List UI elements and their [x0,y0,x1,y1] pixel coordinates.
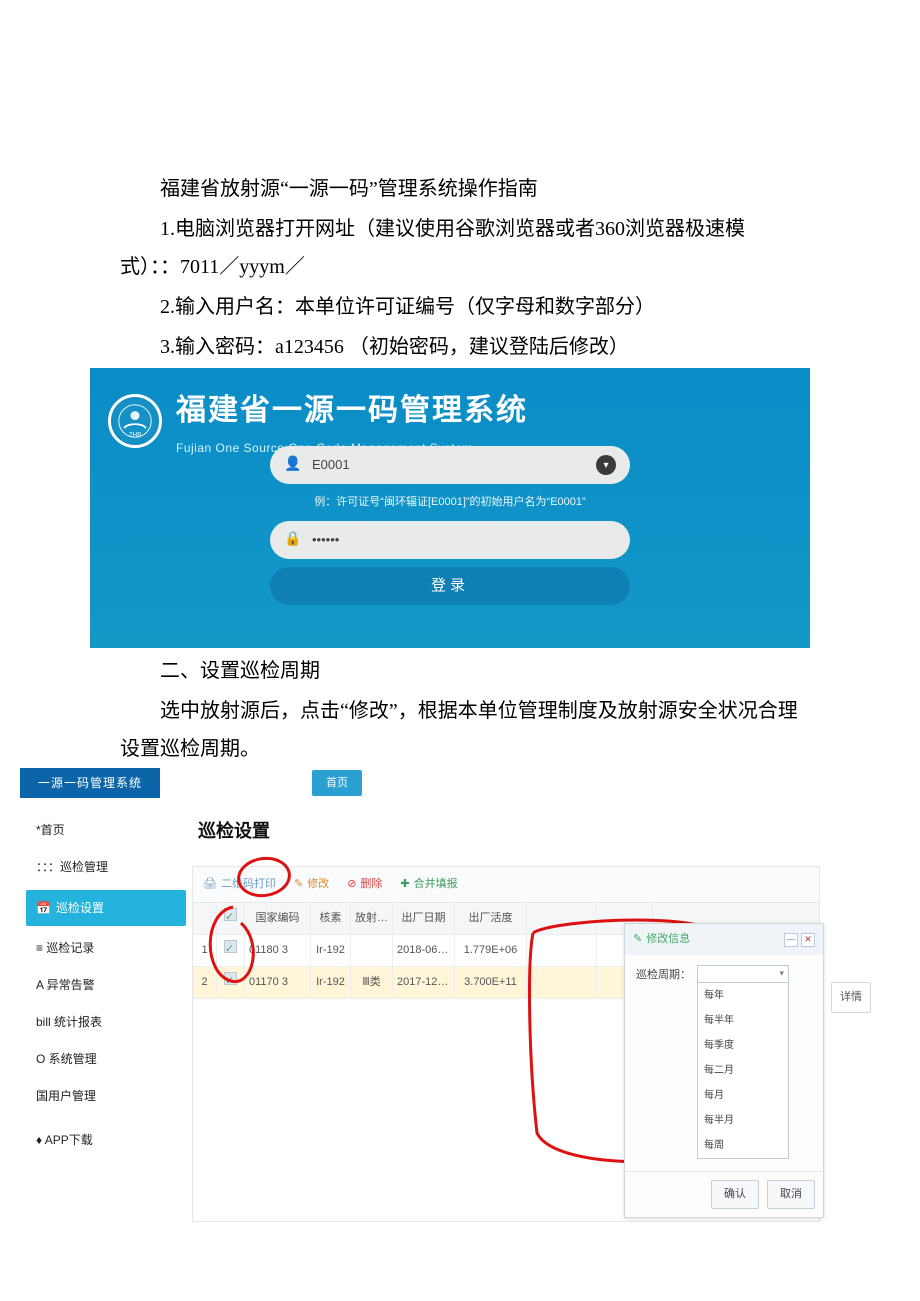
col-blank1 [527,903,597,935]
sidebar-item-sys[interactable]: O 系统管理 [32,1041,180,1078]
delete-button[interactable]: ⊘ 删除 [347,874,382,895]
checkbox-row[interactable] [224,972,237,985]
cell-x1 [527,935,597,967]
sidebar: *首页 ：：：巡检管理 📅 巡检设置 ≡ 巡检记录 A 异常告警 bill 统计… [20,806,180,1159]
password-value: •••••• [312,528,616,553]
toolbar: 🖨 二维码打印 ✎ 修改 ⊘ 删除 ✚ 合并填报 [192,866,820,902]
username-value: E0001 [312,453,596,478]
checkbox-all[interactable] [224,908,237,921]
chevron-down-icon: ▾ [779,965,784,982]
minimize-button[interactable]: — [784,933,798,947]
col-act[interactable]: 出厂活度 [455,903,527,935]
cell-check[interactable] [217,935,245,967]
login-hint: 例：许可证号“闽环辐证[E0001]”的初始用户名为“E0001” [270,492,630,513]
lock-icon: 🔒 [284,527,302,554]
edit-button[interactable]: ✎ 修改 [294,874,329,895]
edit-popup: ✎ 修改信息 — ✕ 巡检周期： [624,923,824,1218]
zhb-logo: ZHB [108,394,162,448]
cell-nuclide: Ir-192 [311,935,351,967]
print-icon: 🖨 [203,874,217,895]
section2-body: 选中放射源后，点击“修改”，根据本单位管理制度及放射源安全状况合理设置巡检周期。 [120,692,800,768]
sidebar-item-inspect-mgmt[interactable]: ：：：巡检管理 [32,849,180,886]
qr-print-button[interactable]: 🖨 二维码打印 [203,874,276,895]
period-select[interactable]: ▾ [697,965,789,983]
period-option[interactable]: 每周 [698,1133,788,1158]
period-option[interactable]: 每半年 [698,1008,788,1033]
cell-cat [351,935,393,967]
cell-idx: 1 [193,935,217,967]
merge-icon: ✚ [400,874,409,895]
col-code[interactable]: 国家编码 [245,903,311,935]
col-nuclide[interactable]: 核素 [311,903,351,935]
sidebar-item-inspect-set[interactable]: 📅 巡检设置 [26,890,186,927]
app-brand: 一源一码管理系统 [20,768,160,799]
sidebar-item-inspect-log[interactable]: ≡ 巡检记录 [32,930,180,967]
section2-heading: 二、设置巡检周期 [120,652,800,690]
period-option[interactable]: 每月 [698,1083,788,1108]
close-button[interactable]: ✕ [801,933,815,947]
cell-cat: Ⅲ类 [351,967,393,999]
password-field[interactable]: 🔒 •••••• [270,521,630,559]
checkbox-row[interactable] [224,940,237,953]
sidebar-item-user[interactable]: 国用户管理 [32,1078,180,1115]
cell-x1 [527,967,597,999]
merge-label: 合并填报 [414,874,458,895]
cell-date: 2017-12-18 [393,967,455,999]
edit-label: 修改 [307,874,329,895]
content-title: 巡检设置 [198,814,820,848]
period-label: 巡检周期： [635,965,691,986]
period-option[interactable]: 每年 [698,983,788,1008]
doc-step2: 2.输入用户名：本单位许可证编号（仅字母和数字部分） [120,288,800,326]
col-date[interactable]: 出厂日期 [393,903,455,935]
cell-date: 2018-06-23 [393,935,455,967]
tab-home[interactable]: 首页 [312,770,362,797]
sidebar-item-alarm[interactable]: A 异常告警 [32,967,180,1004]
cell-check[interactable] [217,967,245,999]
svg-text:ZHB: ZHB [129,431,142,438]
sidebar-item-home[interactable]: *首页 [32,812,180,849]
col-check[interactable] [217,903,245,935]
period-option[interactable]: 每二月 [698,1058,788,1083]
dropdown-toggle[interactable]: ▾ [596,455,616,475]
calendar-icon: 📅 [36,897,50,920]
sidebar-item-report[interactable]: bill 统计报表 [32,1004,180,1041]
col-cat[interactable]: 放射源类别 [351,903,393,935]
cell-idx: 2 [193,967,217,999]
pencil-icon: ✎ [294,874,303,895]
cell-act: 3.700E+11 [455,967,527,999]
popup-title: 修改信息 [646,929,690,950]
edit-icon: ✎ [633,929,642,950]
login-title-cn: 福建省一源一码管理系统 [176,382,528,439]
login-button[interactable]: 登录 [270,567,630,605]
delete-label: 删除 [360,874,382,895]
detail-button[interactable]: 详情 [831,982,871,1013]
period-option[interactable]: 每季度 [698,1033,788,1058]
user-icon: 👤 [284,452,302,479]
app-screenshot: 一源一码管理系统 首页 *首页 ：：：巡检管理 📅 巡检设置 ≡ 巡检记录 A … [20,770,820,1222]
cancel-button[interactable]: 取消 [767,1180,815,1209]
login-screenshot: ZHB 福建省一源一码管理系统 Fujian One Source One Co… [90,368,810,648]
cell-code: 01180 3 [245,935,311,967]
cell-code: 01170 3 [245,967,311,999]
data-grid: 国家编码 核素 放射源类别 出厂日期 出厂活度 1 01180 3 Ir-192 [192,902,820,1222]
delete-icon: ⊘ [347,874,356,895]
period-option[interactable]: 每半月 [698,1108,788,1133]
print-label: 二维码打印 [221,874,276,895]
col-idx [193,903,217,935]
cell-act: 1.779E+06 [455,935,527,967]
merge-button[interactable]: ✚ 合并填报 [400,874,457,895]
period-dropdown: 每年 每半年 每季度 每二月 每月 每半月 每周 [697,983,789,1159]
ok-button[interactable]: 确认 [711,1180,759,1209]
username-field[interactable]: 👤 E0001 ▾ [270,446,630,484]
doc-step3: 3.输入密码：a123456 （初始密码，建议登陆后修改） [120,328,800,366]
doc-title: 福建省放射源“一源一码”管理系统操作指南 [120,170,800,208]
sidebar-item-label: 巡检设置 [56,897,104,920]
cell-nuclide: Ir-192 [311,967,351,999]
doc-step1: 1.电脑浏览器打开网址（建议使用谷歌浏览器或者360浏览器极速模式）：：7011… [120,210,800,286]
sidebar-item-app-dl[interactable]: ♦ APP下载 [32,1122,180,1159]
